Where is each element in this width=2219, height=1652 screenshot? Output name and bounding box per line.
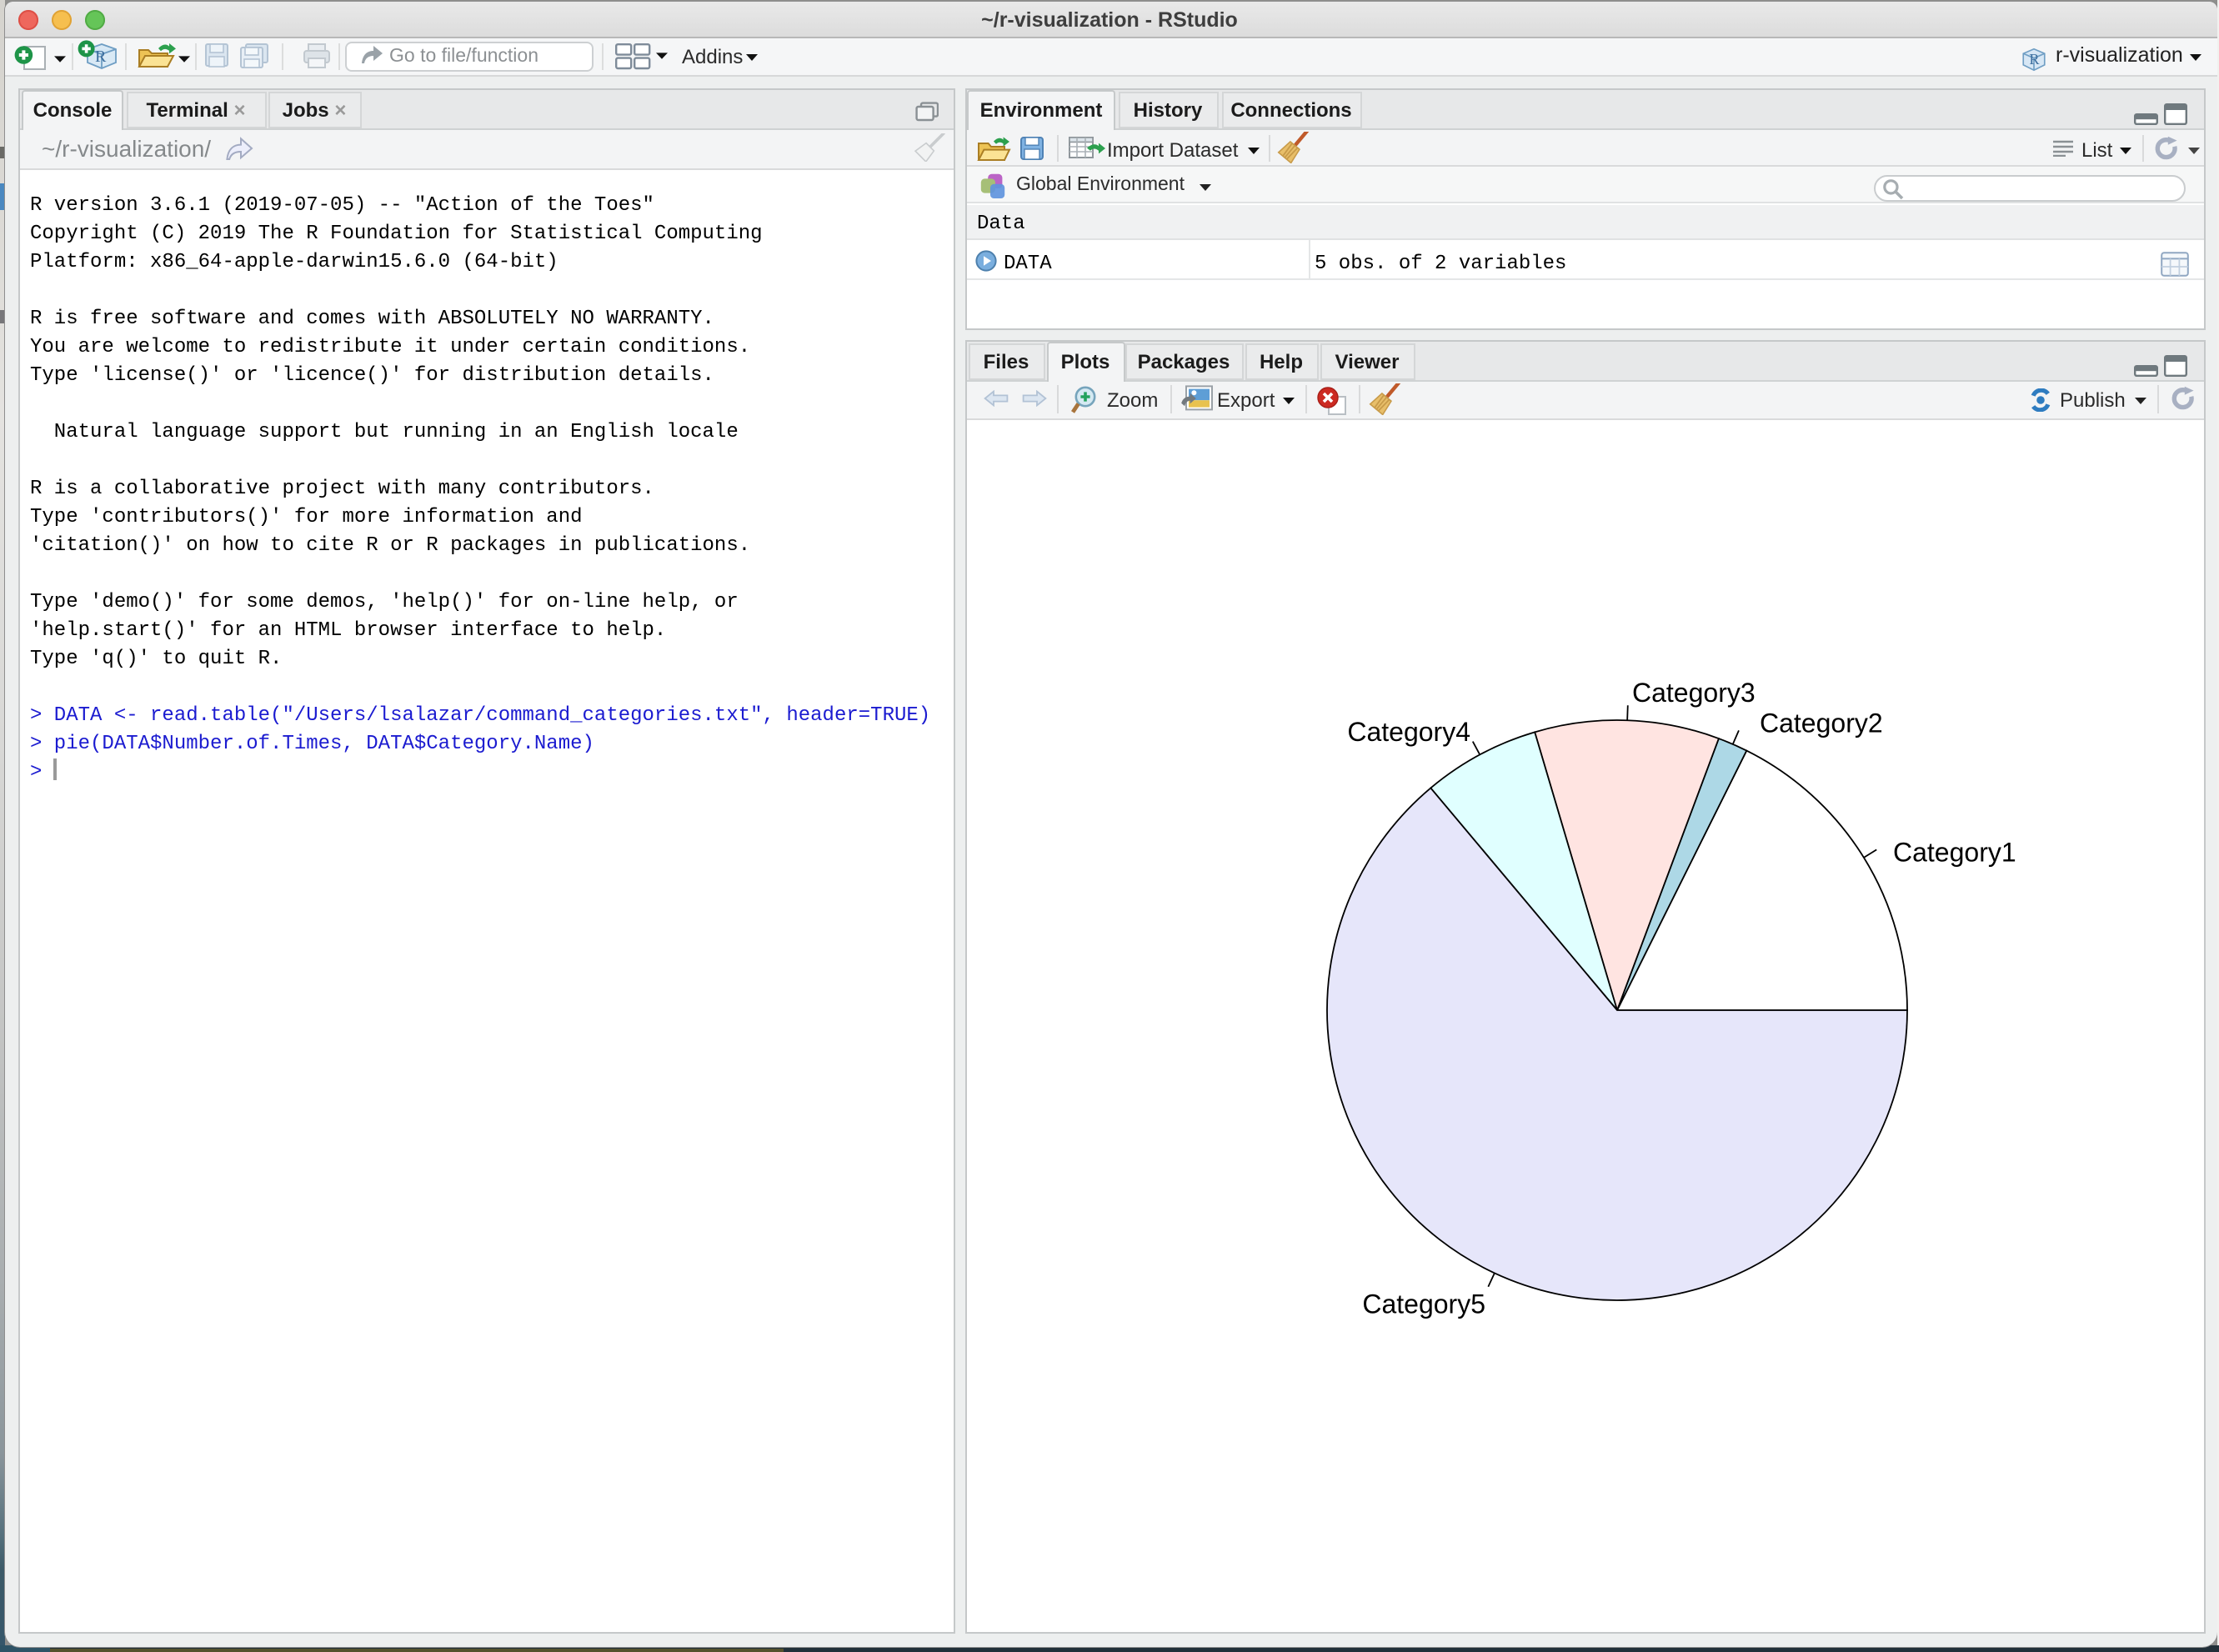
svg-text:R: R [2028, 50, 2039, 67]
svg-text:R: R [95, 48, 107, 66]
svg-text:Category2: Category2 [1759, 707, 1882, 737]
svg-text:Category4: Category4 [1346, 716, 1470, 746]
svg-text:Category1: Category1 [1892, 837, 2016, 867]
svg-text:Category3: Category3 [1631, 677, 1755, 707]
svg-text:Category5: Category5 [1361, 1289, 1485, 1319]
